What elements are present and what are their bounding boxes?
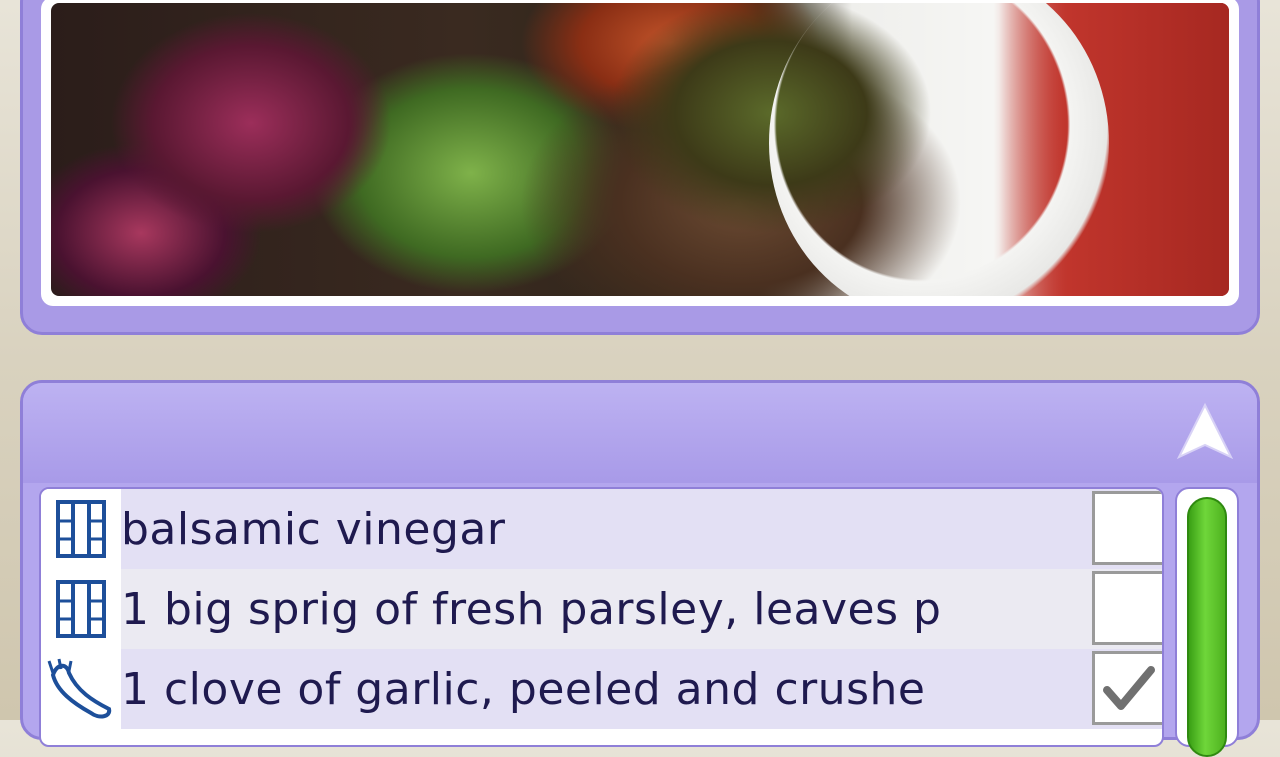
list-item-label: 1 big sprig of fresh parsley, leaves p: [121, 583, 942, 635]
ingredient-grid-icon: [41, 569, 121, 649]
item-checkbox[interactable]: [1092, 571, 1162, 645]
item-checkbox[interactable]: [1092, 491, 1162, 565]
list-item-label: 1 clove of garlic, peeled and crushe: [121, 663, 926, 715]
list-header: [23, 383, 1257, 483]
list-item[interactable]: 1 big sprig of fresh parsley, leaves p: [41, 569, 1162, 649]
recipe-photo-panel: [20, 0, 1260, 335]
checkmark-icon: [1103, 666, 1155, 710]
item-checkbox[interactable]: [1092, 651, 1162, 725]
garlic-icon: [41, 649, 121, 729]
ingredient-list: balsamic vinegar 1 big sprig of fresh pa…: [39, 487, 1164, 747]
ingredient-list-panel: balsamic vinegar 1 big sprig of fresh pa…: [20, 380, 1260, 757]
scrollbar-thumb[interactable]: [1187, 497, 1227, 757]
recipe-photo: [51, 3, 1229, 296]
list-item[interactable]: 1 clove of garlic, peeled and crushe: [41, 649, 1162, 729]
list-scrollbar[interactable]: [1175, 487, 1239, 757]
ingredient-grid-icon: [41, 489, 121, 569]
arrow-up-icon: [1176, 402, 1234, 460]
list-item-label: balsamic vinegar: [121, 503, 506, 555]
photo-plate: [769, 3, 1109, 296]
list-item[interactable]: balsamic vinegar: [41, 489, 1162, 569]
scroll-up-button[interactable]: [1175, 401, 1235, 463]
recipe-photo-frame: [41, 0, 1239, 306]
